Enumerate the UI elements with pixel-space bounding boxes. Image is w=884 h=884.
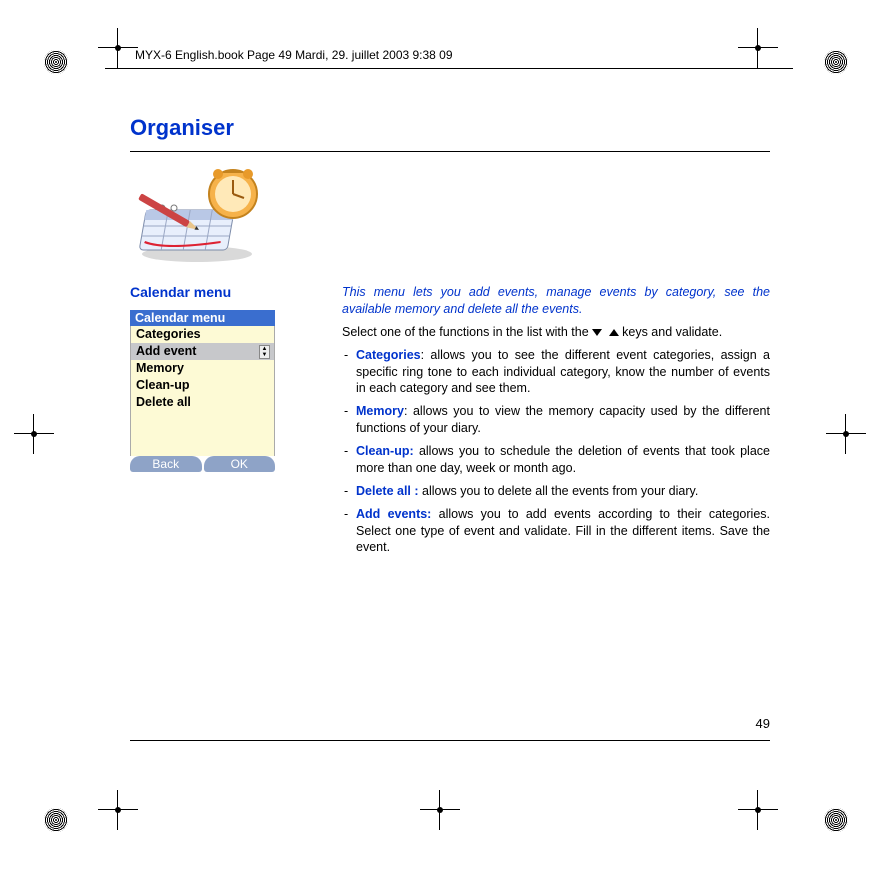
phone-menu-item-memory[interactable]: Memory (131, 360, 274, 377)
bullet-text: allows you to delete all the events from… (422, 484, 698, 498)
bullet-label: Delete all : (356, 484, 419, 498)
phone-menu-item-clean-up[interactable]: Clean-up (131, 377, 274, 394)
select-post: keys and validate. (622, 325, 722, 339)
arrow-up-icon (609, 329, 619, 336)
description-column: This menu lets you add events, manage ev… (342, 284, 770, 562)
bullet-deleteall: Delete all : allows you to delete all th… (342, 483, 770, 500)
regmark-mid-left (14, 414, 54, 454)
arrow-down-icon (592, 329, 602, 336)
bullet-memory: Memory: allows you to view the memory ca… (342, 403, 770, 437)
bullet-categories: Categories: allows you to see the differ… (342, 347, 770, 398)
regmark-bottom-center-1 (98, 790, 138, 830)
footer-rule (130, 740, 770, 741)
select-instruction: Select one of the functions in the list … (342, 324, 770, 341)
phone-menu-item-add-event[interactable]: Add event ▲▼ (131, 343, 274, 360)
regmark-top-right (812, 42, 852, 82)
title-rule (130, 151, 770, 152)
bullet-label: Add events: (356, 507, 431, 521)
spinner-icon[interactable]: ▲▼ (259, 345, 270, 359)
page-content: Organiser (130, 115, 770, 562)
phone-menu-item-categories[interactable]: Categories (131, 326, 274, 343)
regmark-bottom-left (44, 800, 84, 840)
phone-mockup: Calendar menu Categories Add event ▲▼ Me… (130, 310, 275, 472)
regmark-bottom-center-2 (420, 790, 460, 830)
regmark-mid-right (826, 414, 866, 454)
bullet-cleanup: Clean-up: allows you to schedule the del… (342, 443, 770, 477)
phone-menu-body: Categories Add event ▲▼ Memory Clean-up … (130, 326, 275, 456)
regmark-bottom-center-3 (738, 790, 778, 830)
page-title: Organiser (130, 115, 770, 141)
bullet-text: allows you to schedule the deletion of e… (356, 444, 770, 475)
doc-header-strip: MYX-6 English.book Page 49 Mardi, 29. ju… (105, 46, 793, 69)
page-footer: 49 (130, 740, 770, 741)
phone-menu-item-delete-all[interactable]: Delete all (131, 394, 274, 411)
page-number: 49 (756, 716, 770, 731)
bullet-list: Categories: allows you to see the differ… (342, 347, 770, 557)
intro-text: This menu lets you add events, manage ev… (342, 284, 770, 318)
bullet-label: Memory (356, 404, 404, 418)
phone-menu-item-label: Add event (136, 344, 196, 358)
phone-window-title: Calendar menu (130, 310, 275, 326)
phone-softkey-bar: Back OK (130, 456, 275, 472)
doc-header-text: MYX-6 English.book Page 49 Mardi, 29. ju… (135, 48, 453, 62)
softkey-ok[interactable]: OK (204, 456, 276, 472)
softkey-back[interactable]: Back (130, 456, 202, 472)
select-pre: Select one of the functions in the list … (342, 325, 592, 339)
section-heading: Calendar menu (130, 284, 320, 300)
bullet-label: Categories (356, 348, 421, 362)
bullet-text: allows you to view the memory capacity u… (356, 404, 770, 435)
organiser-illustration (130, 166, 280, 266)
bullet-label: Clean-up: (356, 444, 414, 458)
bullet-addevents: Add events: allows you to add events acc… (342, 506, 770, 557)
regmark-top-left (44, 42, 84, 82)
regmark-bottom-right (812, 800, 852, 840)
